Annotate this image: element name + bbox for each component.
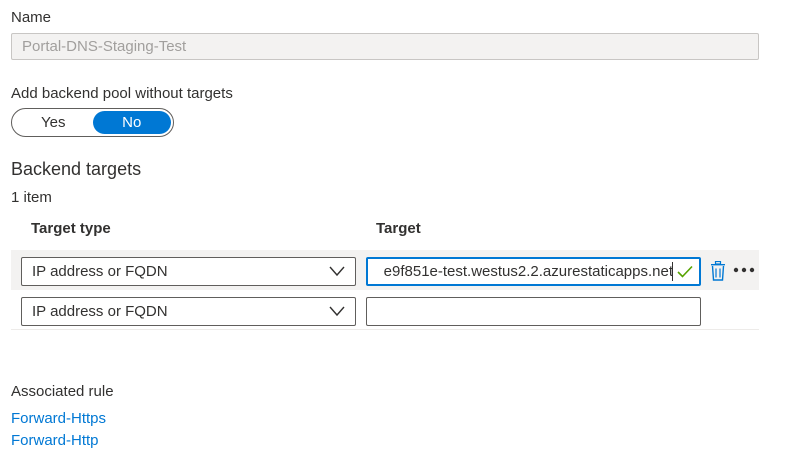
backend-targets-title: Backend targets <box>11 159 142 179</box>
text-cursor <box>672 262 673 281</box>
toggle-no-option[interactable]: No <box>92 111 171 134</box>
name-input: Portal-DNS-Staging-Test <box>11 33 759 60</box>
target-type-dropdown[interactable]: IP address or FQDN <box>21 257 356 286</box>
chevron-down-icon <box>329 306 345 317</box>
backend-pool-toggle-label: Add backend pool without targets <box>11 85 233 102</box>
rule-link-forward-https[interactable]: Forward-Https <box>11 410 106 427</box>
checkmark-icon <box>677 265 693 278</box>
column-header-target-type: Target type <box>31 220 111 237</box>
trash-icon[interactable] <box>710 261 726 281</box>
target-type-value: IP address or FQDN <box>32 263 168 280</box>
more-options-icon[interactable] <box>733 267 755 273</box>
target-input[interactable] <box>366 297 701 326</box>
associated-rule-label: Associated rule <box>11 383 114 400</box>
backend-pool-toggle[interactable]: Yes No <box>11 108 174 137</box>
target-input-value: e9f851e-test.westus2.2.azurestaticapps.n… <box>383 263 673 280</box>
backend-targets-count: 1 item <box>11 189 52 206</box>
name-label: Name <box>11 9 52 26</box>
toggle-yes-option[interactable]: Yes <box>14 111 93 134</box>
rule-link-forward-http[interactable]: Forward-Http <box>11 432 99 449</box>
target-type-value: IP address or FQDN <box>32 303 168 320</box>
chevron-down-icon <box>329 266 345 277</box>
target-input[interactable]: e9f851e-test.westus2.2.azurestaticapps.n… <box>366 257 701 286</box>
target-type-dropdown[interactable]: IP address or FQDN <box>21 297 356 326</box>
column-header-target: Target <box>376 220 421 237</box>
